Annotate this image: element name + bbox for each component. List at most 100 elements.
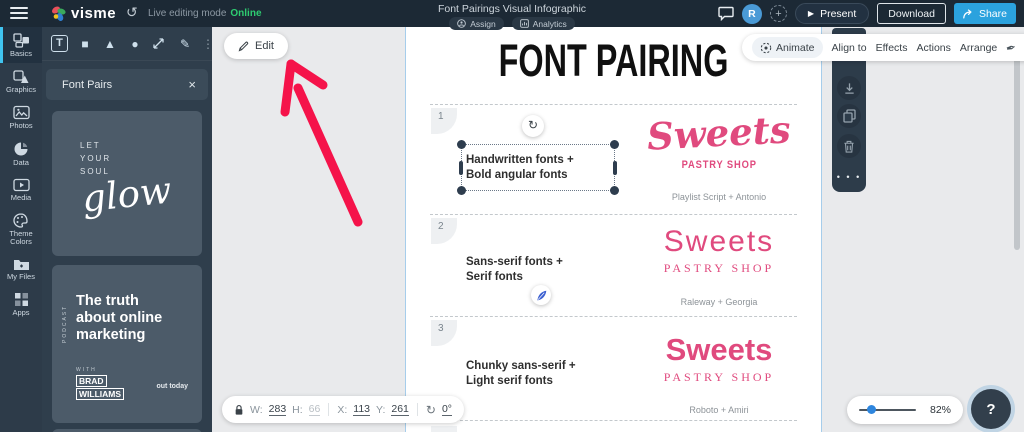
section-number: 2: [431, 218, 457, 244]
delete-page-icon[interactable]: [837, 134, 861, 158]
document-title[interactable]: Font Pairings Visual Infographic: [352, 3, 672, 15]
undo-icon[interactable]: ↺: [126, 4, 138, 21]
text-tool[interactable]: T: [51, 35, 68, 52]
effects-button[interactable]: Effects: [876, 42, 908, 54]
rotate-handle[interactable]: ↻: [522, 115, 544, 137]
resize-handle-sw[interactable]: [457, 186, 466, 195]
sidebar-item-photos[interactable]: Photos: [0, 99, 42, 135]
resize-handle-ne[interactable]: [610, 140, 619, 149]
element-toolbar: Animate Align to Effects Actions Arrange…: [742, 34, 1024, 61]
arrange-button[interactable]: Arrange: [960, 42, 997, 54]
zoom-control: 82%: [847, 396, 963, 424]
section-divider: [430, 316, 797, 317]
share-arrow-icon: [963, 9, 974, 19]
edit-pencil-icon: [238, 41, 249, 52]
triangle-tool[interactable]: ▲: [102, 37, 118, 51]
panel-title: Font Pairs: [62, 79, 112, 91]
pen-tool[interactable]: ✎: [177, 37, 193, 51]
resize-handle-se[interactable]: [610, 186, 619, 195]
my-files-folder-icon: [13, 257, 30, 271]
add-collaborator-button[interactable]: +: [770, 5, 787, 22]
basics-blocks-icon: [13, 33, 30, 48]
square-tool[interactable]: ■: [77, 37, 93, 51]
actions-button[interactable]: Actions: [916, 42, 950, 54]
move-down-icon[interactable]: [837, 76, 861, 100]
zoom-slider[interactable]: [859, 409, 916, 411]
width-value[interactable]: 283: [269, 403, 287, 416]
annotation-arrow: [270, 55, 380, 235]
x-value[interactable]: 113: [353, 403, 370, 416]
share-button[interactable]: Share: [954, 3, 1016, 24]
section-divider: [430, 104, 797, 105]
element-status-bar: W: 283 H: 66 X: 113 Y: 261 ↻ 0°: [222, 396, 464, 423]
resize-handle-nw[interactable]: [457, 140, 466, 149]
download-button[interactable]: Download: [877, 3, 946, 24]
font-pair-thumbnail-podcast[interactable]: PODCAST The truth about online marketing…: [52, 265, 202, 423]
animate-button[interactable]: Animate: [752, 37, 823, 58]
sample-brand-script[interactable]: Sweets: [646, 107, 792, 158]
height-label: H:: [292, 404, 303, 416]
sidebar-item-my-files[interactable]: My Files: [0, 251, 42, 286]
media-video-icon: [13, 178, 30, 192]
zoom-slider-knob[interactable]: [867, 405, 876, 414]
sidebar-item-theme-colors[interactable]: Theme Colors: [0, 207, 42, 251]
line-tool-icon: [152, 37, 165, 50]
pair-caption[interactable]: Playlist Script + Antonio: [644, 192, 794, 202]
sample-brand-sans[interactable]: Sweets: [664, 225, 774, 258]
live-mode-label: Live editing modeOnline: [148, 8, 262, 19]
resize-handle-e[interactable]: [613, 161, 617, 175]
sidebar-item-data[interactable]: Data: [0, 135, 42, 172]
visme-editor: visme ↺ Live editing modeOnline Font Pai…: [0, 0, 1024, 432]
close-icon[interactable]: ×: [188, 77, 196, 92]
style-brush-icon[interactable]: ✒: [1005, 39, 1018, 55]
circle-tool[interactable]: ●: [127, 37, 143, 51]
more-options-icon[interactable]: • • •: [832, 172, 866, 182]
assign-button[interactable]: Assign: [449, 17, 504, 30]
present-button[interactable]: ▶ Present: [795, 3, 869, 24]
sample-brand-bold[interactable]: Sweets: [666, 332, 773, 367]
y-value[interactable]: 261: [391, 403, 409, 416]
comment-icon[interactable]: [718, 6, 734, 21]
theme-colors-palette-icon: [13, 213, 29, 228]
pair-description[interactable]: Sans-serif fonts + Serif fonts: [466, 255, 563, 285]
help-button[interactable]: ?: [971, 389, 1011, 429]
sample-sub[interactable]: PASTRY SHOP: [664, 370, 774, 384]
more-tools-icon[interactable]: ⋮: [202, 37, 208, 51]
sidebar-item-media[interactable]: Media: [0, 172, 42, 207]
sidebar-item-basics[interactable]: Basics: [0, 27, 42, 63]
shape-tools-row: T ■ ▲ ● ✎ ⋮: [42, 27, 212, 61]
lock-icon[interactable]: [234, 404, 244, 416]
align-to-button[interactable]: Align to: [832, 42, 867, 54]
font-pair-thumbnail-glow[interactable]: LET YOUR SOUL glow: [52, 111, 202, 256]
rotation-value[interactable]: 0°: [442, 403, 452, 416]
pair-caption[interactable]: Roboto + Amiri: [644, 405, 794, 415]
rotate-icon[interactable]: ↻: [426, 403, 436, 417]
visme-logo[interactable]: visme: [50, 5, 116, 22]
hamburger-menu-icon[interactable]: [10, 7, 28, 20]
feather-icon: [536, 290, 547, 301]
brand-feather-badge[interactable]: [531, 285, 551, 305]
vertical-scrollbar[interactable]: [1014, 58, 1020, 250]
online-status: Online: [230, 8, 261, 19]
pair-description[interactable]: Chunky sans-serif + Light serif fonts: [466, 359, 576, 389]
sample-sub[interactable]: PASTRY SHOP: [664, 261, 774, 275]
document-header: Font Pairings Visual Infographic Assign: [352, 0, 672, 30]
resize-handle-w[interactable]: [459, 161, 463, 175]
zoom-value: 82%: [930, 404, 951, 416]
selection-box[interactable]: [461, 144, 615, 191]
top-bar: visme ↺ Live editing modeOnline Font Pai…: [0, 0, 1024, 27]
infographic-title[interactable]: FONT PAIRING: [464, 35, 763, 87]
pair-caption[interactable]: Raleway + Georgia: [644, 297, 794, 307]
line-tool[interactable]: [152, 37, 168, 50]
user-avatar[interactable]: R: [742, 4, 762, 24]
graphics-shapes-icon: [13, 69, 30, 84]
analytics-button[interactable]: Analytics: [512, 17, 575, 30]
design-canvas[interactable]: FONT PAIRING 1 Handwritten fonts + Bold …: [405, 27, 822, 432]
edit-button[interactable]: Edit: [224, 33, 288, 59]
height-value[interactable]: 66: [309, 403, 321, 416]
sidebar-item-graphics[interactable]: Graphics: [0, 63, 42, 99]
sidebar-item-apps[interactable]: Apps: [0, 286, 42, 322]
duplicate-page-icon[interactable]: [837, 104, 861, 128]
sample-sub[interactable]: PASTRY SHOP: [681, 159, 756, 171]
play-icon: ▶: [808, 9, 814, 18]
